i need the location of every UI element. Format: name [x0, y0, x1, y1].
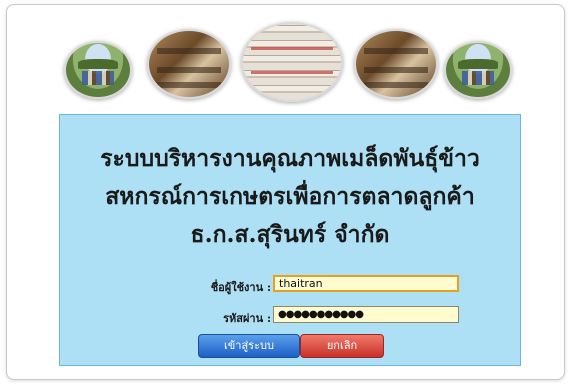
- cancel-button[interactable]: ยกเลิก: [300, 334, 384, 358]
- mill-machinery-photo: [147, 29, 231, 99]
- system-title-line2: สหกรณ์การเกษตรเพื่อการตลาดลูกค้า: [105, 183, 475, 210]
- rice-field-group-photo: [444, 41, 512, 99]
- rice-field-group-photo: [64, 41, 132, 99]
- system-title-line1: ระบบบริหารงานคุณภาพเมล็ดพันธุ์ข้าว: [100, 145, 480, 172]
- mill-machinery-photo: [354, 29, 438, 99]
- password-input[interactable]: ●●●●●●●●●●●: [273, 306, 459, 323]
- rice-sacks-photo: [241, 22, 343, 102]
- login-panel: ระบบบริหารงานคุณภาพเมล็ดพันธุ์ข้าว สหกรณ…: [59, 114, 521, 366]
- username-label: ชื่อผู้ใช้งาน :: [210, 281, 271, 294]
- password-label: รหัสผ่าน :: [223, 312, 271, 325]
- login-button[interactable]: เข้าสู่ระบบ: [198, 334, 300, 358]
- username-input[interactable]: [273, 275, 459, 292]
- system-title-line3: ธ.ก.ส.สุรินทร์ จำกัด: [190, 221, 390, 248]
